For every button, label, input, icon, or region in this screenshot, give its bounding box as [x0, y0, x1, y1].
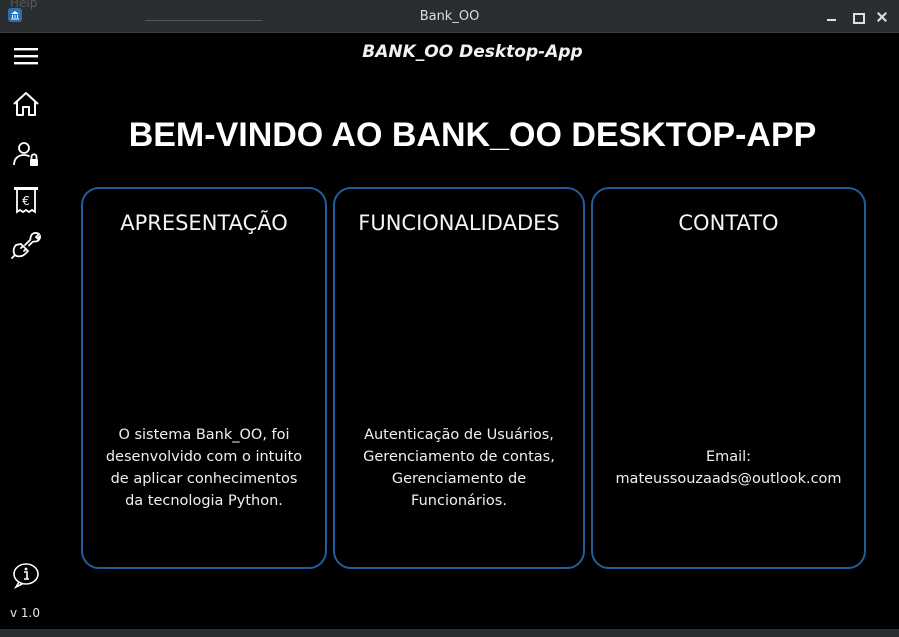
- card-title: APRESENTAÇÃO: [120, 211, 288, 235]
- close-button[interactable]: [874, 9, 890, 25]
- welcome-heading: BEM-VINDO AO BANK_OO DESKTOP-APP: [128, 116, 817, 154]
- svg-text:€: €: [22, 194, 30, 208]
- maximize-button[interactable]: [850, 9, 866, 25]
- card-body: Autenticação de Usuários, Gerenciamento …: [335, 424, 583, 512]
- sidebar-item-user[interactable]: [8, 136, 44, 172]
- card-line: Gerenciamento de: [391, 471, 527, 487]
- app-header-title: BANK_OO Desktop-App: [362, 42, 583, 62]
- sidebar: € v 1.0: [0, 33, 55, 633]
- sidebar-item-about[interactable]: [8, 557, 44, 593]
- contact-email[interactable]: mateussouzaads@outlook.com: [593, 468, 864, 490]
- window-titlebar: Help Bank_OO: [0, 0, 899, 33]
- hamburger-menu-icon: [14, 48, 38, 65]
- sidebar-item-tools[interactable]: [8, 228, 44, 264]
- minimize-button[interactable]: [824, 9, 840, 25]
- hamburger-menu-button[interactable]: [8, 38, 44, 74]
- card-line: de aplicar conhecimentos: [110, 471, 298, 487]
- card-line: Gerenciamento de contas,: [363, 449, 555, 465]
- window-title: Bank_OO: [419, 9, 480, 24]
- card-body: O sistema Bank_OO, foi desenvolvido com …: [83, 424, 325, 512]
- card-contact: CONTATO Email: mateussouzaads@outlook.co…: [591, 187, 866, 569]
- card-features: FUNCIONALIDADES Autenticação de Usuários…: [333, 187, 585, 569]
- sidebar-item-home[interactable]: [8, 86, 44, 122]
- sidebar-item-accounts[interactable]: €: [8, 181, 44, 217]
- card-presentation: APRESENTAÇÃO O sistema Bank_OO, foi dese…: [81, 187, 327, 569]
- euro-receipt-icon: €: [14, 187, 38, 214]
- card-line: da tecnologia Python.: [125, 493, 283, 509]
- window-bottom-border: [0, 629, 899, 637]
- card-line: Autenticação de Usuários,: [364, 427, 554, 443]
- card-line: O sistema Bank_OO, foi: [118, 427, 290, 443]
- card-line: desenvolvido com o intuito: [105, 449, 303, 465]
- version-label: v 1.0: [10, 606, 40, 620]
- user-lock-icon: [13, 142, 38, 166]
- card-title: FUNCIONALIDADES: [358, 211, 560, 235]
- card-body: Email: mateussouzaads@outlook.com: [593, 446, 864, 490]
- card-title: CONTATO: [678, 211, 779, 235]
- card-line: Funcionários.: [411, 493, 507, 509]
- card-line: Email:: [705, 449, 752, 465]
- info-icon: [13, 563, 39, 589]
- home-icon: [13, 92, 39, 116]
- wrench-plug-icon: [11, 232, 41, 259]
